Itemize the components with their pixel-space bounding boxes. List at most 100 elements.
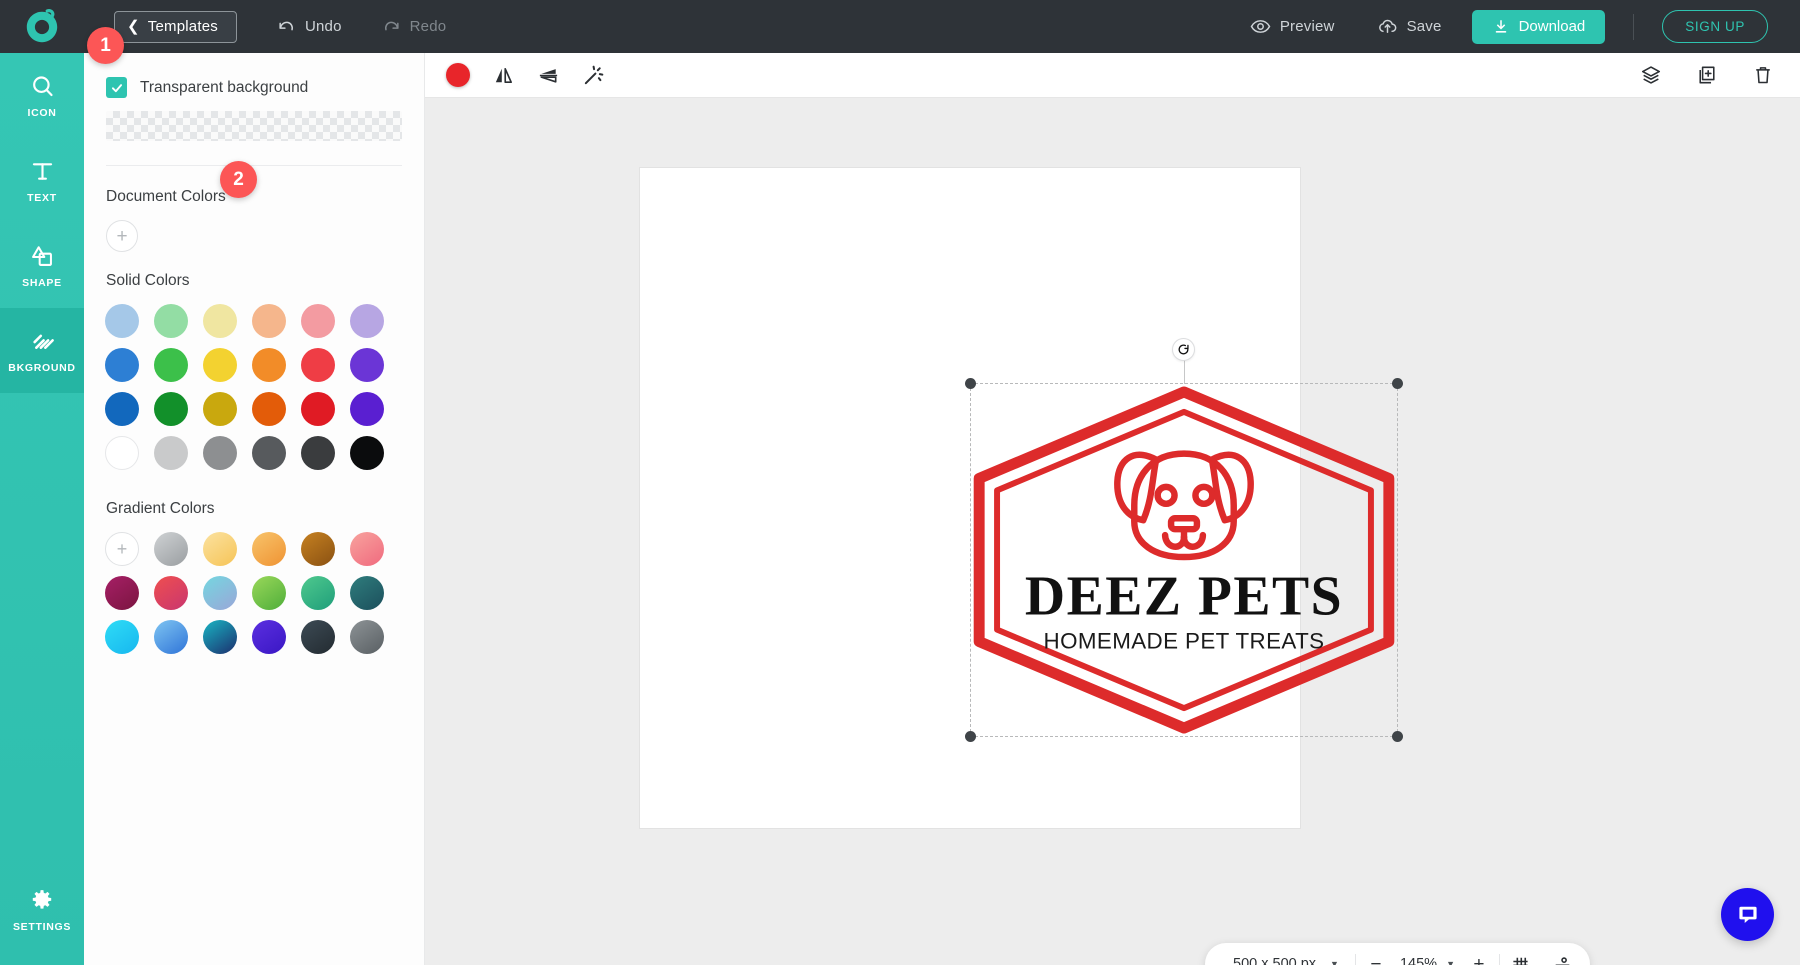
sidebar-item-shape[interactable]: SHAPE xyxy=(0,223,84,308)
canvas-size-select[interactable]: 500 x 500 px ▼ xyxy=(1211,956,1355,965)
flip-vertical-icon xyxy=(537,64,560,87)
gradient-color-swatch[interactable] xyxy=(350,532,384,566)
solid-color-swatch[interactable] xyxy=(252,392,286,426)
preview-button[interactable]: Preview xyxy=(1250,16,1335,37)
add-gradient-color-button[interactable]: + xyxy=(105,532,139,566)
sidebar-item-text[interactable]: TEXT xyxy=(0,138,84,223)
canvas-toolbar xyxy=(425,53,1800,98)
solid-color-swatch[interactable] xyxy=(105,348,139,382)
topbar-divider xyxy=(1633,14,1634,40)
gradient-color-swatch[interactable] xyxy=(350,576,384,610)
solid-color-swatch[interactable] xyxy=(203,436,237,470)
solid-color-swatch[interactable] xyxy=(154,436,188,470)
tour-badge-1: 1 xyxy=(87,27,124,64)
gradient-color-swatch[interactable] xyxy=(350,620,384,654)
zoom-level-select[interactable]: 145% ▼ xyxy=(1396,956,1459,965)
flip-horizontal-button[interactable] xyxy=(492,64,515,87)
sidebar-item-icon[interactable]: ICON xyxy=(0,53,84,138)
signup-button[interactable]: SIGN UP xyxy=(1662,10,1768,43)
shapes-icon xyxy=(29,243,56,270)
gradient-color-swatch[interactable] xyxy=(105,576,139,610)
gradient-colors-title: Gradient Colors xyxy=(84,480,424,518)
zoom-toolbar: 500 x 500 px ▼ − 145% ▼ + xyxy=(1205,943,1590,965)
solid-color-swatch[interactable] xyxy=(301,392,335,426)
solid-color-swatch[interactable] xyxy=(252,304,286,338)
solid-color-swatch[interactable] xyxy=(252,436,286,470)
templates-button[interactable]: ❮ Templates xyxy=(114,11,237,43)
toggle-grid-button[interactable] xyxy=(1500,944,1542,965)
solid-color-swatch[interactable] xyxy=(301,304,335,338)
save-button[interactable]: Save xyxy=(1377,16,1442,37)
transparent-background-row[interactable]: Transparent background xyxy=(84,53,424,98)
undo-icon xyxy=(277,17,296,36)
solid-color-swatch[interactable] xyxy=(301,348,335,382)
delete-button[interactable] xyxy=(1752,64,1774,86)
brand-logo[interactable] xyxy=(0,0,84,53)
solid-color-swatch[interactable] xyxy=(105,392,139,426)
solid-color-swatch[interactable] xyxy=(350,392,384,426)
app-root: ❮ Templates Undo Redo Pr xyxy=(0,0,1800,965)
diagonal-stripes-icon xyxy=(29,328,56,355)
gradient-color-swatch[interactable] xyxy=(252,576,286,610)
transparent-background-checkbox[interactable] xyxy=(106,77,127,98)
canvas-stage[interactable]: DEEZ PETS HOMEMADE PET TREATS 500 x 500 … xyxy=(425,98,1800,965)
solid-color-swatch[interactable] xyxy=(252,348,286,382)
magic-wand-button[interactable] xyxy=(582,64,605,87)
logo-artwork[interactable]: DEEZ PETS HOMEMADE PET TREATS xyxy=(971,384,1397,736)
gradient-color-swatch[interactable] xyxy=(301,532,335,566)
eye-icon xyxy=(1250,16,1271,37)
guides-icon xyxy=(1553,955,1572,965)
flip-horizontal-icon xyxy=(492,64,515,87)
toggle-guides-button[interactable] xyxy=(1542,944,1584,965)
artboard[interactable]: DEEZ PETS HOMEMADE PET TREATS xyxy=(640,168,1300,828)
gradient-color-swatch[interactable] xyxy=(252,620,286,654)
add-document-color-label: + xyxy=(116,227,127,246)
download-button[interactable]: Download xyxy=(1472,10,1606,44)
solid-color-swatch[interactable] xyxy=(105,304,139,338)
layers-button[interactable] xyxy=(1640,64,1662,86)
gradient-color-swatch[interactable] xyxy=(154,620,188,654)
solid-color-swatch[interactable] xyxy=(154,348,188,382)
gradient-color-swatch[interactable] xyxy=(154,576,188,610)
tour-badge-2: 2 xyxy=(220,161,257,198)
redo-button[interactable]: Redo xyxy=(382,17,447,36)
tour-badge-1-label: 1 xyxy=(100,35,111,57)
zoom-out-button[interactable]: − xyxy=(1356,944,1396,965)
sidebar-item-settings[interactable]: SETTINGS xyxy=(0,868,84,953)
undo-button[interactable]: Undo xyxy=(277,17,342,36)
sidebar-item-bkground[interactable]: BKGROUND xyxy=(0,308,84,393)
gradient-color-swatch[interactable] xyxy=(203,532,237,566)
add-document-color-button[interactable]: + xyxy=(106,220,138,252)
download-icon xyxy=(1492,18,1510,36)
gradient-color-swatch[interactable] xyxy=(105,620,139,654)
chat-button[interactable] xyxy=(1721,888,1774,941)
layers-icon xyxy=(1640,64,1662,86)
flip-vertical-button[interactable] xyxy=(537,64,560,87)
zoom-in-button[interactable]: + xyxy=(1459,944,1499,965)
solid-color-swatch[interactable] xyxy=(203,348,237,382)
solid-color-swatch[interactable] xyxy=(350,304,384,338)
gradient-color-swatch[interactable] xyxy=(301,620,335,654)
solid-color-swatch[interactable] xyxy=(105,436,139,470)
magic-wand-icon xyxy=(582,64,605,87)
solid-color-swatch[interactable] xyxy=(203,392,237,426)
solid-color-swatch[interactable] xyxy=(203,304,237,338)
solid-color-swatch[interactable] xyxy=(154,304,188,338)
solid-color-swatch[interactable] xyxy=(350,436,384,470)
gradient-color-swatch[interactable] xyxy=(203,620,237,654)
element-color-swatch[interactable] xyxy=(446,63,470,87)
logo-title: DEEZ PETS xyxy=(1025,566,1343,628)
solid-color-swatch[interactable] xyxy=(154,392,188,426)
selection-box[interactable]: DEEZ PETS HOMEMADE PET TREATS xyxy=(970,383,1398,737)
sidebar-item-icon-label: ICON xyxy=(27,107,56,119)
sidebar-item-shape-label: SHAPE xyxy=(22,277,62,289)
solid-color-swatch[interactable] xyxy=(301,436,335,470)
gradient-color-swatch[interactable] xyxy=(154,532,188,566)
gradient-color-swatch[interactable] xyxy=(301,576,335,610)
solid-color-swatch[interactable] xyxy=(350,348,384,382)
chevron-down-icon: ▼ xyxy=(1446,959,1455,965)
gradient-color-swatch[interactable] xyxy=(252,532,286,566)
rotate-handle[interactable] xyxy=(1172,338,1195,361)
gradient-color-swatch[interactable] xyxy=(203,576,237,610)
duplicate-button[interactable] xyxy=(1696,64,1718,86)
